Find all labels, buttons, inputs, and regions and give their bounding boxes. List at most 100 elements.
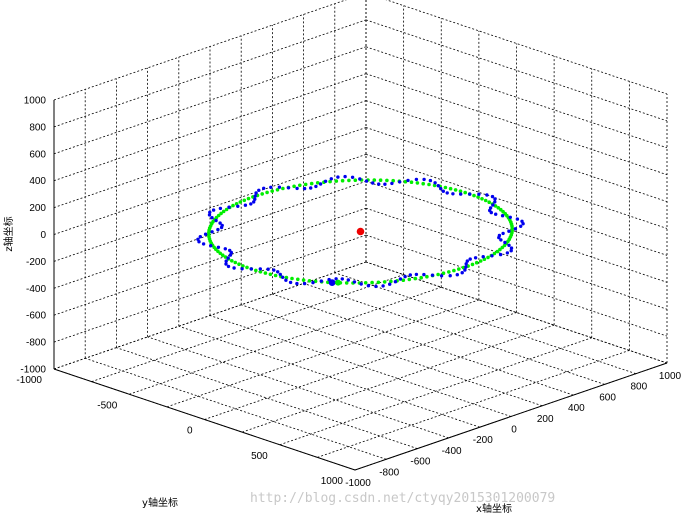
blue-point xyxy=(414,177,419,182)
blue-point xyxy=(390,181,394,186)
blue-point xyxy=(276,270,280,274)
blue-point xyxy=(309,186,313,190)
blue-point xyxy=(232,266,236,270)
green-point xyxy=(474,260,479,265)
blue-point xyxy=(494,212,498,216)
green-point xyxy=(281,186,285,191)
x-tick-label: -1000 xyxy=(345,478,371,489)
green-point xyxy=(301,278,306,282)
green-point xyxy=(238,200,243,204)
green-point xyxy=(413,276,418,281)
blue-point xyxy=(249,202,253,206)
grid-line xyxy=(166,299,480,408)
grid-line xyxy=(365,234,668,337)
grid-line xyxy=(279,337,592,446)
blue-point xyxy=(257,188,261,192)
blue-point xyxy=(489,210,493,215)
z-axis-label: z轴坐标 xyxy=(2,216,15,251)
grid-line xyxy=(204,312,517,420)
blue-point xyxy=(346,278,350,282)
green-point xyxy=(231,203,235,208)
green-point xyxy=(307,279,312,283)
z-tick-label: -600 xyxy=(26,311,46,322)
blue-point xyxy=(343,174,347,179)
green-point xyxy=(260,192,265,196)
green-point xyxy=(407,277,412,282)
green-point xyxy=(290,276,294,281)
blue-point xyxy=(508,215,512,219)
blue-point xyxy=(441,189,445,193)
blue-point xyxy=(388,282,392,286)
blue-point xyxy=(210,216,214,220)
blue-point xyxy=(218,221,222,225)
z-tick-label: -200 xyxy=(26,257,46,268)
blue-point xyxy=(398,277,403,281)
green-point xyxy=(296,277,300,282)
blue-point xyxy=(209,244,213,248)
blue-point xyxy=(451,192,455,196)
green-point xyxy=(427,182,431,187)
green-point xyxy=(463,190,468,195)
green-point xyxy=(447,270,451,274)
y-axis-line xyxy=(53,368,356,471)
blue-point xyxy=(226,264,231,269)
blue-point xyxy=(281,275,285,279)
green-point xyxy=(452,268,456,273)
x-axis-line xyxy=(354,362,668,471)
blue-point xyxy=(319,279,323,283)
x-tick-label: 600 xyxy=(599,392,616,403)
y-tick-label: 0 xyxy=(187,426,193,437)
blue-point xyxy=(371,181,375,185)
z-tick-label: -800 xyxy=(26,338,46,349)
green-point xyxy=(298,183,302,188)
blue-point xyxy=(513,227,518,231)
blue-point xyxy=(243,203,248,207)
green-point xyxy=(472,193,476,198)
green-point xyxy=(457,267,461,271)
blue-point xyxy=(352,280,357,284)
blue-point xyxy=(210,230,214,234)
green-point xyxy=(303,182,308,187)
green-point xyxy=(415,181,420,185)
blue-point xyxy=(223,247,227,251)
blue-point xyxy=(501,231,505,236)
blue-point xyxy=(314,184,318,189)
green-point xyxy=(409,180,414,184)
blue-point xyxy=(455,273,459,277)
blue-point xyxy=(224,259,228,263)
z-tick-label: -400 xyxy=(26,284,46,295)
blue-point xyxy=(439,274,444,278)
green-point xyxy=(425,274,429,279)
blue-point xyxy=(414,272,419,277)
start-point-marker-green xyxy=(335,279,342,286)
blue-point xyxy=(216,245,221,249)
green-point xyxy=(230,259,234,263)
green-point xyxy=(268,272,273,277)
y-tick-label: -500 xyxy=(97,400,117,411)
blue-point xyxy=(445,191,449,195)
blue-point xyxy=(196,237,200,241)
blue-point xyxy=(214,218,218,223)
blue-point xyxy=(398,180,402,184)
grid-line xyxy=(365,46,668,149)
green-point xyxy=(421,181,426,186)
green-point xyxy=(470,262,475,267)
blue-point xyxy=(491,203,495,207)
blue-point xyxy=(505,251,510,255)
blue-point xyxy=(519,224,523,228)
x-tick-label: -600 xyxy=(410,457,430,468)
x-tick-label: 200 xyxy=(537,414,554,425)
blue-point xyxy=(253,194,257,198)
blue-point xyxy=(459,192,463,196)
blue-point xyxy=(218,206,223,211)
blue-point xyxy=(302,281,307,286)
blue-point xyxy=(481,255,485,259)
y-axis-label: y轴坐标 xyxy=(142,496,178,509)
blue-point xyxy=(381,284,385,288)
blue-point xyxy=(509,249,513,253)
z-tick-label: 1000 xyxy=(24,96,47,107)
blue-point xyxy=(284,278,288,282)
blue-point xyxy=(311,280,315,285)
blue-point xyxy=(433,181,437,185)
x-tick-label: -800 xyxy=(379,467,399,478)
